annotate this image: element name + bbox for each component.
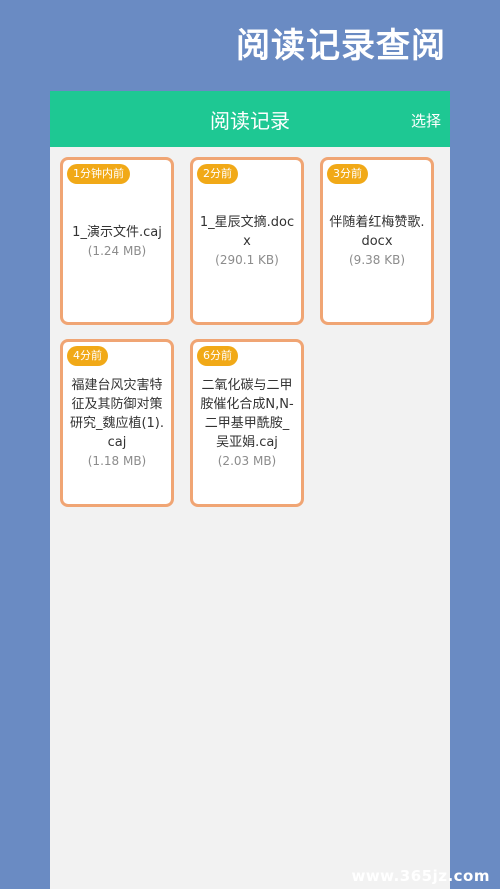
select-button[interactable]: 选择	[411, 110, 441, 131]
record-card[interactable]: 1分钟内前 1_演示文件.caj (1.24 MB)	[60, 157, 174, 325]
app-header: 阅读记录 选择	[50, 91, 450, 147]
record-card[interactable]: 6分前 二氧化碳与二甲胺催化合成N,N-二甲基甲酰胺_吴亚娟.caj (2.03…	[190, 339, 304, 507]
file-name: 1_演示文件.caj	[72, 224, 162, 240]
banner-title: 阅读记录查阅	[236, 26, 446, 66]
file-size: (2.03 MB)	[217, 454, 277, 468]
app-screen: 阅读记录 选择 1分钟内前 1_演示文件.caj (1.24 MB) 2分前 1…	[50, 91, 450, 889]
record-card[interactable]: 4分前 福建台风灾害特征及其防御对策研究_魏应植(1).caj (1.18 MB…	[60, 339, 174, 507]
file-size: (1.24 MB)	[87, 243, 147, 258]
file-name: 伴随着红梅赞歌.docx	[329, 215, 425, 249]
watermark: www.365jz.com	[351, 867, 490, 885]
file-name: 二氧化碳与二甲胺催化合成N,N-二甲基甲酰胺_吴亚娟.caj	[200, 378, 294, 450]
record-card[interactable]: 3分前 伴随着红梅赞歌.docx (9.38 KB)	[320, 157, 434, 325]
file-size: (1.18 MB)	[87, 454, 147, 468]
file-name: 1_星辰文摘.docx	[199, 215, 295, 249]
page-title: 阅读记录	[210, 109, 290, 133]
record-card[interactable]: 2分前 1_星辰文摘.docx (290.1 KB)	[190, 157, 304, 325]
file-name: 福建台风灾害特征及其防御对策研究_魏应植(1).caj	[69, 378, 165, 450]
file-size: (290.1 KB)	[215, 253, 279, 267]
file-size: (9.38 KB)	[349, 253, 405, 267]
